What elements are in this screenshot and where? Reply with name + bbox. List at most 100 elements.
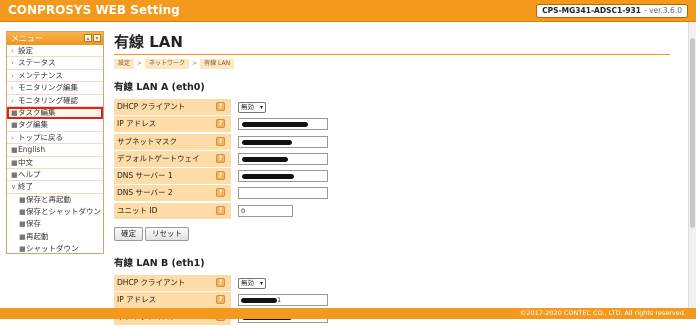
help-icon[interactable]: ? [216,295,225,305]
help-icon[interactable]: ? [216,119,225,129]
bullet-icon: ■ [11,146,18,155]
redaction-mark [242,122,308,128]
sidebar-item-settings[interactable]: › 設定 [7,45,103,58]
form-actions: 確定 リセット [114,226,672,242]
app-title: CONPROSYS WEB Setting [8,3,180,17]
reset-button[interactable]: リセット [145,226,189,241]
field-label-cell: IP アドレス? [114,116,232,133]
form-lan-a: DHCP クライアント? 無効 ▾ IP アドレス? サブネットマスク? デフォル… [114,99,340,219]
sidebar-item-chinese[interactable]: ■中文 [7,157,103,169]
field-label-cell: DNS サーバー 2? [114,185,232,202]
field-label: IP アドレス [117,295,157,305]
unit-id-input[interactable]: 0 [238,204,293,217]
chevron-right-icon: › [11,47,14,55]
bullet-icon: ■ [11,108,18,117]
sidebar-subitem-save[interactable]: ■保存 [7,218,103,230]
main-content: 有線 LAN 設定 > ネットワーク > 有線 LAN 有線 LAN A (eth0) … [114,31,672,327]
ip-address-input[interactable]: 1 [238,294,328,307]
sidebar-item-help[interactable]: ■ヘルプ [7,169,103,182]
sidebar-item-label: モニタリング編集 [18,83,78,93]
dhcp-client-select[interactable]: 無効 ▾ [238,102,266,113]
sidebar-subitem-reboot[interactable]: ■再起動 [7,231,103,243]
vertical-scrollbar[interactable] [688,22,696,308]
sidebar-item-monitoring-view[interactable]: › モニタリング確認 [7,95,103,107]
field-label: ユニット ID [117,205,158,215]
sidebar-item-label: 設定 [18,46,33,55]
scrollbar-thumb[interactable] [690,38,695,228]
field-label: デフォルトゲートウェイ [117,153,200,163]
bullet-icon: ■ [19,232,26,241]
sidebar-subitem-shutdown[interactable]: ■シャットダウン [7,243,103,255]
sidebar-item-tag-edit[interactable]: ■タグ編集 [7,119,103,132]
field-label-cell: サブネットマスク? [114,133,232,150]
sidebar-item-status[interactable]: › ステータス [7,57,103,70]
dns-server-1-input[interactable] [238,170,328,183]
sidebar-subitem-save-shutdown[interactable]: ■保存とシャットダウン [7,206,103,218]
breadcrumb-separator: > [137,60,143,67]
redaction-mark [242,139,292,145]
sidebar-header-label: メニュー [11,34,43,43]
sidebar-item-label: ステータス [18,58,56,68]
form-row-dns1: DNS サーバー 1? [114,168,340,185]
bullet-icon: ■ [19,220,26,229]
sidebar-subitem-save-reboot[interactable]: ■保存と再起動 [7,194,103,206]
sidebar-item-label: English [18,145,46,155]
field-label-cell: DHCP クライアント? [114,274,232,291]
dhcp-client-select[interactable]: 無効 ▾ [238,277,266,289]
sidebar-item-back-to-top[interactable]: › トップに戻る [7,132,103,145]
title-divider [114,54,670,55]
help-icon[interactable]: ? [216,188,225,198]
sidebar-item-label: 中文 [18,157,33,167]
help-icon[interactable]: ? [216,205,225,215]
bullet-icon: ■ [11,170,18,179]
help-icon[interactable]: ? [216,136,225,146]
help-icon[interactable]: ? [216,153,225,163]
field-label-cell: デフォルトゲートウェイ? [114,150,232,167]
subnet-mask-input[interactable] [238,135,328,148]
field-label: DHCP クライアント [117,277,186,287]
sidebar-item-label: モニタリング確認 [18,95,78,105]
page-title: 有線 LAN [114,33,183,51]
confirm-button[interactable]: 確定 [114,226,143,241]
help-icon[interactable]: ? [216,102,225,111]
select-value: 無効 [241,103,254,111]
chevron-down-icon: ▾ [259,104,263,111]
expand-icon[interactable]: ▾ [93,34,101,42]
default-gateway-input[interactable] [238,152,328,165]
chevron-right-icon: › [11,84,14,93]
field-label-cell: DNS サーバー 1? [114,168,232,185]
sidebar-item-label: 終了 [18,182,33,192]
chevron-right-icon: › [11,96,14,105]
sidebar-item-label: タグ編集 [18,120,48,130]
version-label: - ver.3.6.0 [643,6,682,15]
model-badge: CPS-MG341-ADSC1-931- ver.3.6.0 [536,4,688,18]
sidebar-header: メニュー ▴ ▾ [7,32,103,45]
help-icon[interactable]: ? [216,171,225,181]
form-row-ip: IP アドレス? 1 [114,292,340,309]
form-row-dns2: DNS サーバー 2? [114,185,340,202]
breadcrumb: 設定 > ネットワーク > 有線 LAN [114,59,672,69]
help-icon[interactable]: ? [216,277,225,287]
field-label: サブネットマスク [117,136,177,146]
breadcrumb-network[interactable]: ネットワーク [145,59,190,69]
collapse-icon[interactable]: ▴ [84,34,92,42]
form-row-subnet: サブネットマスク? [114,133,340,150]
bullet-icon: ■ [11,121,18,130]
chevron-right-icon: › [11,59,14,68]
chevron-right-icon: › [11,133,14,142]
input-value: 0 [241,206,246,215]
sidebar-item-exit[interactable]: ∨ 終了 [7,181,103,194]
redaction-mark [242,174,294,180]
dns-server-2-input[interactable] [238,187,328,200]
ip-address-input[interactable] [238,118,328,131]
bullet-icon: ■ [11,158,18,167]
sidebar-item-maintenance[interactable]: › メンテナンス [7,70,103,83]
breadcrumb-settings[interactable]: 設定 [114,59,135,69]
redaction-mark [241,297,277,303]
sidebar-item-label: メンテナンス [18,70,63,80]
sidebar-item-monitoring-edit[interactable]: › モニタリング編集 [7,82,103,95]
sidebar-item-english[interactable]: ■English [7,144,103,157]
chevron-right-icon: › [11,71,14,80]
field-label: DHCP クライアント [117,102,186,111]
sidebar-item-task-edit[interactable]: ■タスク編集 [7,106,103,120]
